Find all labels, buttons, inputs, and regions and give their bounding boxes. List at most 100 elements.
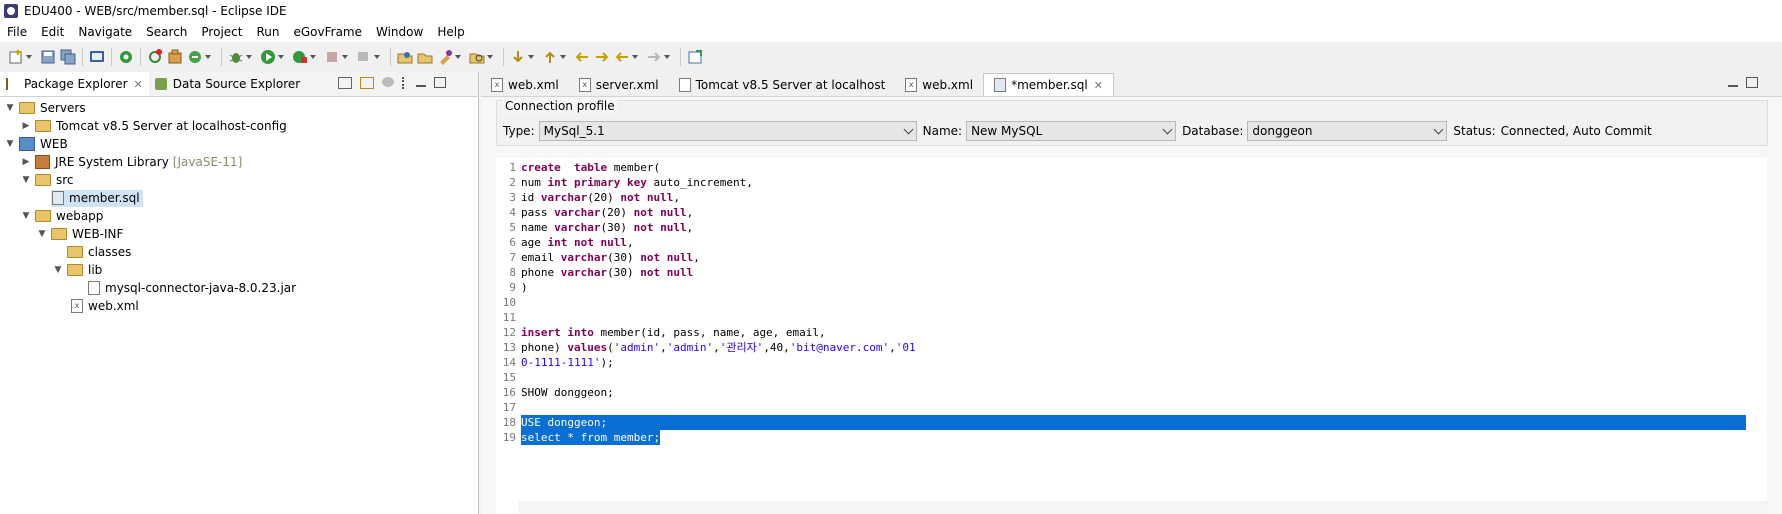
- tree-item-jre-library[interactable]: ▶ JRE System Library [JavaSE-11]: [0, 153, 478, 171]
- collapse-all-icon[interactable]: [338, 77, 352, 89]
- code-line[interactable]: 14 0-1111-1111');: [496, 355, 1756, 370]
- expand-toggle-icon[interactable]: ▼: [20, 175, 32, 185]
- next-annotation-icon[interactable]: [510, 49, 526, 65]
- code-line[interactable]: 11: [496, 310, 1756, 325]
- skip-breakpoints-icon[interactable]: [118, 49, 134, 65]
- vertical-scrollbar[interactable]: [1767, 158, 1781, 513]
- last-edit-icon[interactable]: [574, 49, 590, 65]
- forward-dropdown-icon[interactable]: [664, 55, 670, 59]
- tab-web-xml-2[interactable]: x web.xml: [895, 74, 983, 96]
- close-icon[interactable]: ✕: [134, 78, 143, 91]
- code-line[interactable]: 7 email varchar(30) not null,: [496, 250, 1756, 265]
- maximize-icon[interactable]: [434, 77, 446, 88]
- tab-web-xml[interactable]: x web.xml: [481, 74, 569, 96]
- sync-icon[interactable]: [187, 49, 203, 65]
- expand-toggle-icon[interactable]: ▼: [20, 211, 32, 221]
- tree-item-mysql-connector[interactable]: mysql-connector-java-8.0.23.jar: [0, 279, 478, 297]
- terminal-icon[interactable]: [89, 49, 105, 65]
- menu-help[interactable]: Help: [430, 25, 471, 39]
- expand-toggle-icon[interactable]: ▼: [4, 103, 16, 113]
- forward-edit-icon[interactable]: [594, 49, 610, 65]
- database-select[interactable]: donggeon: [1247, 121, 1448, 141]
- prev-annotation-dropdown-icon[interactable]: [560, 55, 566, 59]
- tree-item-classes[interactable]: classes: [0, 243, 478, 261]
- stop-icon[interactable]: [324, 49, 340, 65]
- tab-tomcat-server[interactable]: Tomcat v8.5 Server at localhost: [669, 74, 896, 96]
- expand-toggle-icon[interactable]: ▼: [52, 265, 64, 275]
- server-tools-icon[interactable]: [356, 49, 372, 65]
- sql-editor[interactable]: 1 create table member(2 num int primary ke…: [496, 158, 1781, 513]
- code-line[interactable]: 15: [496, 370, 1756, 385]
- new-icon[interactable]: [8, 49, 24, 65]
- menu-egovframe[interactable]: eGovFrame: [286, 25, 369, 39]
- code-line[interactable]: 10: [496, 295, 1756, 310]
- search-dropdown-icon[interactable]: [487, 55, 493, 59]
- expand-toggle-icon[interactable]: ▼: [36, 229, 48, 239]
- minimize-icon[interactable]: [1728, 77, 1738, 87]
- tree-item-web[interactable]: ▼ WEB: [0, 135, 478, 153]
- collapse-toggle-icon[interactable]: ▶: [20, 157, 32, 167]
- menu-edit[interactable]: Edit: [34, 25, 71, 39]
- tree-item-web-xml[interactable]: x web.xml: [0, 297, 478, 315]
- type-select[interactable]: MySql_5.1: [538, 121, 917, 141]
- forward-icon[interactable]: [646, 49, 662, 65]
- code-line[interactable]: 19 select * from member;: [496, 430, 1756, 445]
- save-icon[interactable]: [40, 49, 56, 65]
- tree-item-webapp[interactable]: ▼ webapp: [0, 207, 478, 225]
- external-tools-icon[interactable]: [292, 49, 308, 65]
- code-line[interactable]: 6 age int not null,: [496, 235, 1756, 250]
- tree-item-member-sql[interactable]: member.sql: [0, 189, 478, 207]
- code-line[interactable]: 12 insert into member(id, pass, name, age…: [496, 325, 1756, 340]
- save-all-icon[interactable]: [60, 49, 76, 65]
- sync-dropdown-icon[interactable]: [205, 55, 211, 59]
- run-dropdown-icon[interactable]: [278, 55, 284, 59]
- collapse-toggle-icon[interactable]: ▶: [20, 121, 32, 131]
- tree-item-servers[interactable]: ▼ Servers: [0, 99, 478, 117]
- filter-icon[interactable]: [382, 77, 394, 87]
- link-editor-icon[interactable]: [360, 77, 374, 89]
- code-line[interactable]: 9): [496, 280, 1756, 295]
- refresh-icon[interactable]: [147, 49, 163, 65]
- code-line[interactable]: 17: [496, 400, 1756, 415]
- code-line[interactable]: 1 create table member(: [496, 160, 1756, 175]
- package-icon[interactable]: [167, 49, 183, 65]
- run-icon[interactable]: [260, 49, 276, 65]
- view-menu-icon[interactable]: [402, 77, 408, 89]
- minimize-icon[interactable]: [416, 77, 426, 87]
- code-line[interactable]: 4 pass varchar(20) not null,: [496, 205, 1756, 220]
- menu-file[interactable]: File: [0, 25, 34, 39]
- menu-navigate[interactable]: Navigate: [71, 25, 139, 39]
- menu-search[interactable]: Search: [139, 25, 194, 39]
- stop-dropdown-icon[interactable]: [342, 55, 348, 59]
- code-line[interactable]: 8 phone varchar(30) not null: [496, 265, 1756, 280]
- external-tools-dropdown-icon[interactable]: [310, 55, 316, 59]
- tree-item-tomcat-config[interactable]: ▶ Tomcat v8.5 Server at localhost-config: [0, 117, 478, 135]
- menu-window[interactable]: Window: [369, 25, 430, 39]
- prev-annotation-icon[interactable]: [542, 49, 558, 65]
- code-line[interactable]: 16 SHOW donggeon;: [496, 385, 1756, 400]
- server-tools-dropdown-icon[interactable]: [374, 55, 380, 59]
- close-icon[interactable]: ✕: [1094, 79, 1103, 92]
- tab-package-explorer[interactable]: Package Explorer ✕: [0, 72, 149, 96]
- new-dropdown-icon[interactable]: [26, 55, 32, 59]
- open-folder-icon[interactable]: [417, 49, 433, 65]
- maximize-icon[interactable]: [1746, 77, 1758, 88]
- debug-dropdown-icon[interactable]: [246, 55, 252, 59]
- code-line[interactable]: 3 id varchar(20) not null,: [496, 190, 1756, 205]
- code-line[interactable]: 5 name varchar(30) not null,: [496, 220, 1756, 235]
- expand-toggle-icon[interactable]: ▼: [4, 139, 16, 149]
- debug-icon[interactable]: [228, 49, 244, 65]
- next-annotation-dropdown-icon[interactable]: [528, 55, 534, 59]
- open-task-icon[interactable]: [437, 49, 453, 65]
- tab-server-xml[interactable]: x server.xml: [569, 74, 669, 96]
- search-folder-icon[interactable]: [469, 49, 485, 65]
- back-icon[interactable]: [614, 49, 630, 65]
- name-select[interactable]: New MySQL: [966, 121, 1177, 141]
- tree-item-web-inf[interactable]: ▼ WEB-INF: [0, 225, 478, 243]
- open-type-icon[interactable]: [397, 49, 413, 65]
- perspective-icon[interactable]: [687, 49, 703, 65]
- horizontal-scrollbar[interactable]: [518, 501, 1768, 513]
- tab-member-sql[interactable]: *member.sql ✕: [983, 73, 1114, 96]
- open-task-dropdown-icon[interactable]: [455, 55, 461, 59]
- tab-data-source-explorer[interactable]: Data Source Explorer: [149, 72, 306, 96]
